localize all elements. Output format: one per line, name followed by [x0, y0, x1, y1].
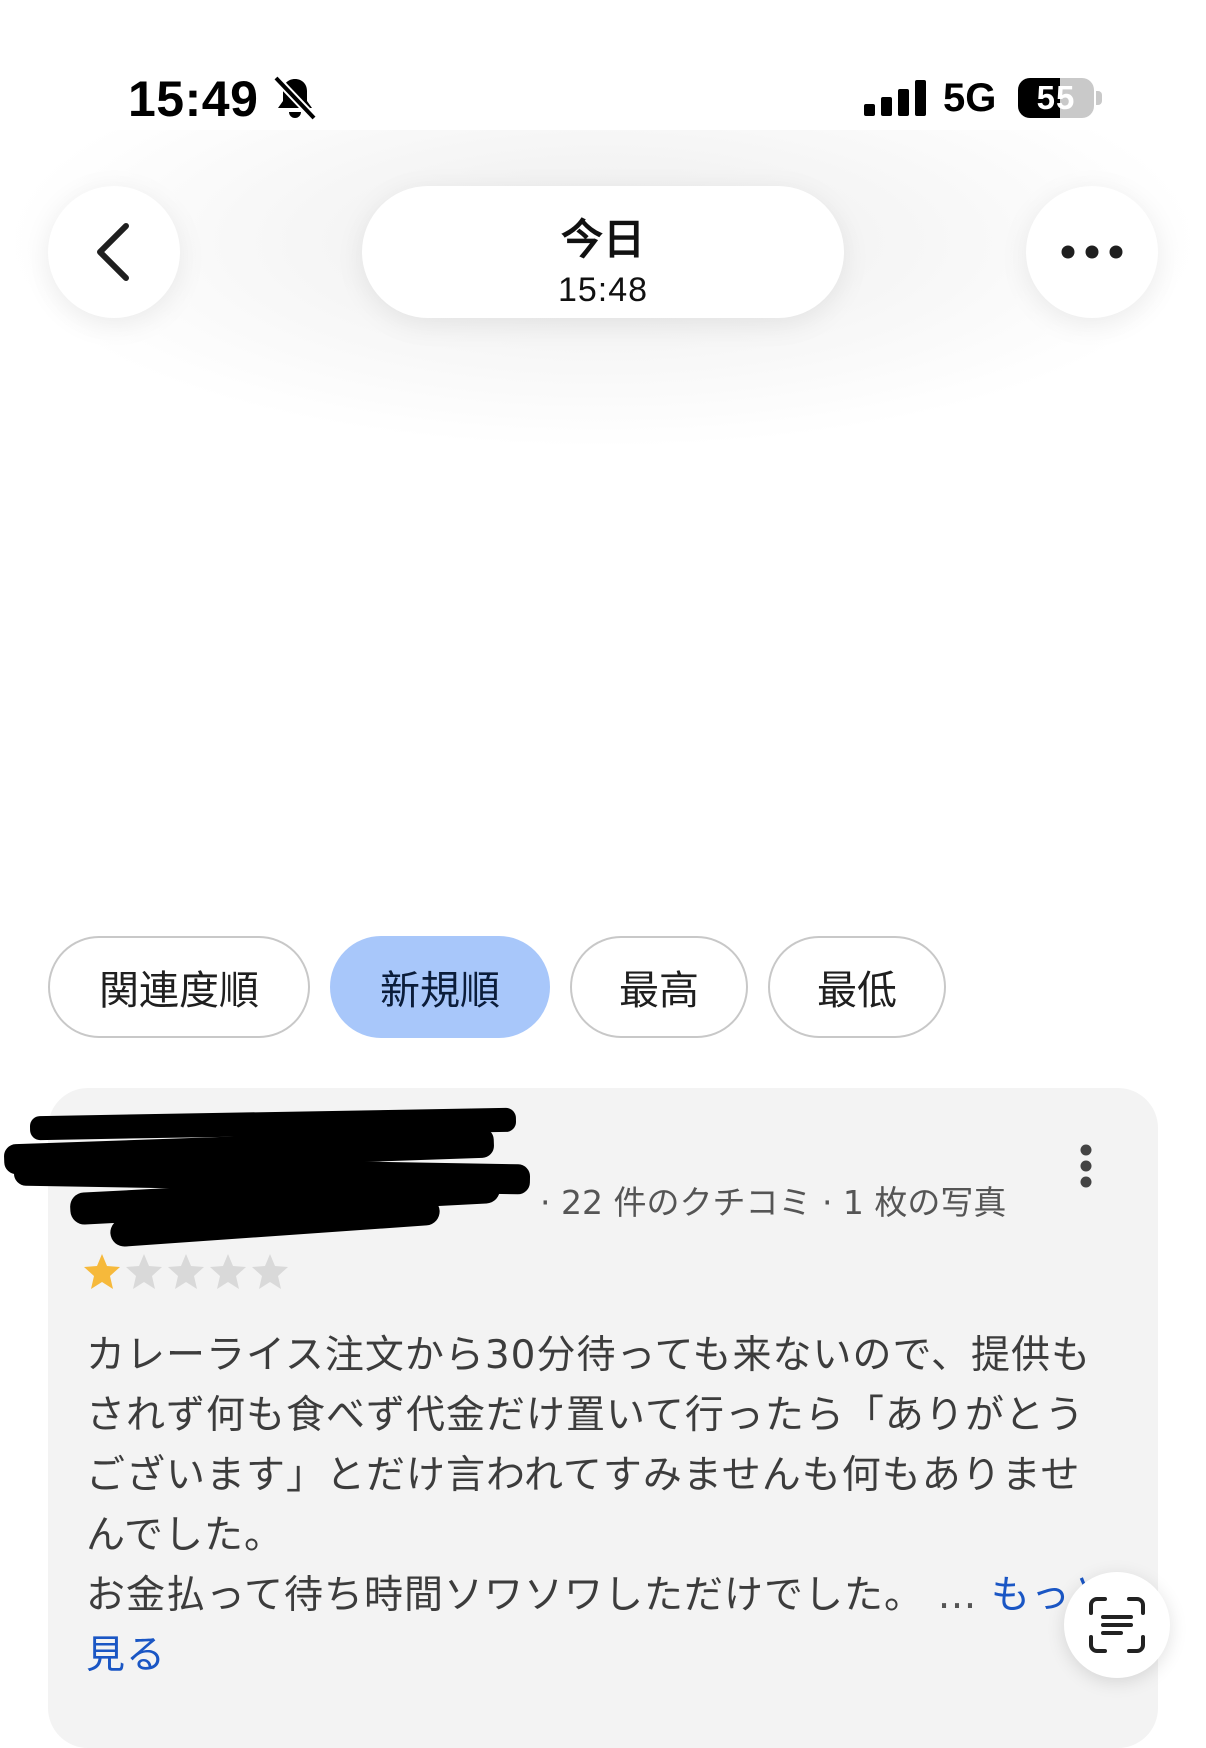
- chip-label: 最高: [619, 968, 699, 1014]
- more-horizontal-icon: [1061, 245, 1123, 259]
- back-button[interactable]: [48, 186, 180, 318]
- chevron-left-icon: [97, 223, 129, 281]
- reviewer-stats: · 22 件のクチコミ · 1 枚の写真: [540, 1183, 1007, 1222]
- network-type: 5G: [943, 76, 997, 120]
- review-ellipsis: …: [924, 1573, 991, 1618]
- page-subtitle: 15:48: [557, 271, 649, 309]
- sort-chip-lowest[interactable]: 最低: [768, 936, 946, 1038]
- star-empty-icon: [168, 1254, 204, 1289]
- sort-chip-newest[interactable]: 新規順: [330, 936, 550, 1038]
- sort-chip-highest[interactable]: 最高: [570, 936, 748, 1038]
- battery-percent: 55: [1036, 79, 1076, 116]
- review-paragraph-text: お金払って待ち時間ソワソワしただけでした。: [86, 1573, 925, 1618]
- bell-off-icon: [273, 75, 317, 121]
- chip-label: 関連度順: [99, 968, 259, 1014]
- signal-bars-icon: [864, 80, 926, 116]
- status-time: 15:49: [128, 71, 259, 127]
- star-empty-icon: [252, 1254, 288, 1289]
- more-vertical-icon: [1080, 1144, 1092, 1188]
- sort-chip-relevance[interactable]: 関連度順: [48, 936, 310, 1038]
- battery-icon: 55: [1018, 78, 1094, 118]
- star-filled-icon: [84, 1254, 120, 1289]
- star-empty-icon: [126, 1254, 162, 1289]
- status-bar: 15:49 5G 55: [0, 0, 1206, 140]
- review-menu-button[interactable]: [1066, 1140, 1106, 1200]
- review-paragraph-last: お金払って待ち時間ソワソワしただけでした。 … もっと見る: [86, 1566, 1116, 1686]
- text-scan-button[interactable]: [1064, 1572, 1170, 1678]
- chip-label: 最低: [817, 968, 897, 1014]
- battery-cap: [1096, 91, 1102, 105]
- text-scan-icon: [1089, 1597, 1145, 1653]
- review-text: カレーライス注文から30分待っても来ないので、提供もされず何も食べず代金だけ置い…: [86, 1326, 1116, 1686]
- chip-label: 新規順: [380, 968, 500, 1014]
- review-paragraph: カレーライス注文から30分待っても来ないので、提供もされず何も食べず代金だけ置い…: [86, 1333, 1091, 1558]
- star-empty-icon: [210, 1254, 246, 1289]
- more-options-button[interactable]: [1026, 186, 1158, 318]
- date-title-pill[interactable]: 今日 15:48: [362, 186, 844, 318]
- page-title: 今日: [560, 215, 645, 264]
